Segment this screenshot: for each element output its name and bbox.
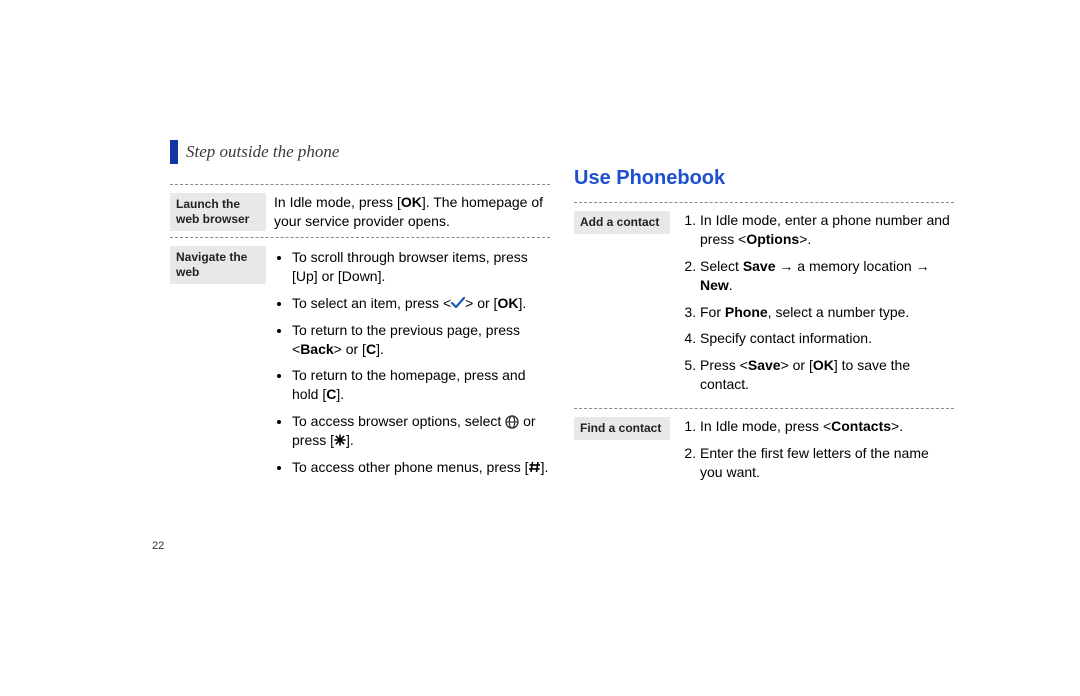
text: ].	[541, 459, 549, 475]
list-item: Enter the first few letters of the name …	[700, 444, 954, 482]
text: In Idle mode, enter a phone number and p…	[700, 212, 950, 247]
list-item: Select Save → a memory location → New.	[700, 257, 954, 295]
text: → a memory location →	[776, 258, 930, 274]
ordered-list: In Idle mode, enter a phone number and p…	[678, 211, 954, 394]
text: >.	[799, 231, 811, 247]
text: To access browser options, select	[292, 413, 505, 429]
list-item: Specify contact information.	[700, 329, 954, 348]
list-item: To access browser options, select or pre…	[292, 412, 550, 450]
launch-browser-body: In Idle mode, press [OK]. The homepage o…	[274, 193, 550, 231]
softkey-contacts: Contacts	[831, 418, 891, 434]
tag-find-contact: Find a contact	[574, 417, 670, 440]
left-column: Launch the web browser In Idle mode, pre…	[170, 178, 550, 485]
text: Select	[700, 258, 743, 274]
text: ].	[336, 386, 344, 402]
check-icon	[451, 297, 465, 309]
text: For	[700, 304, 725, 320]
add-contact-row: Add a contact In Idle mode, enter a phon…	[574, 211, 954, 402]
list-item: To scroll through browser items, press […	[292, 248, 550, 286]
navigate-web-body: To scroll through browser items, press […	[274, 246, 550, 485]
tag-add-contact: Add a contact	[574, 211, 670, 234]
list-item: To select an item, press < > or [OK].	[292, 294, 550, 313]
softkey-options: Options	[746, 231, 799, 247]
bullet-list: To scroll through browser items, press […	[274, 248, 550, 477]
page-number: 22	[152, 540, 164, 552]
text: > or [	[465, 295, 497, 311]
find-contact-row: Find a contact In Idle mode, press <Cont…	[574, 417, 954, 490]
header-title: Step outside the phone	[186, 142, 339, 162]
text: ].	[376, 341, 384, 357]
list-item: To return to the previous page, press <B…	[292, 321, 550, 359]
globe-icon	[505, 415, 519, 429]
list-item: To return to the homepage, press and hol…	[292, 366, 550, 404]
text: To access other phone menus, press [	[292, 459, 529, 475]
text: , select a number type.	[768, 304, 910, 320]
text: > or [	[781, 357, 813, 373]
divider	[574, 202, 954, 203]
navigate-web-row: Navigate the web To scroll through brows…	[170, 246, 550, 485]
launch-browser-row: Launch the web browser In Idle mode, pre…	[170, 193, 550, 231]
text: In Idle mode, press <	[700, 418, 831, 434]
key-back: Back	[300, 341, 333, 357]
key-ok: OK	[401, 194, 422, 210]
text: Press <	[700, 357, 748, 373]
text: In Idle mode, press [	[274, 194, 401, 210]
text: To select an item, press <	[292, 295, 451, 311]
menu-phone: Phone	[725, 304, 768, 320]
hash-key-icon	[529, 461, 541, 473]
key-ok: OK	[497, 295, 518, 311]
menu-save: Save	[743, 258, 776, 274]
ordered-list: In Idle mode, press <Contacts>. Enter th…	[678, 417, 954, 482]
divider	[574, 408, 954, 409]
list-item: Press <Save> or [OK] to save the contact…	[700, 356, 954, 394]
tag-navigate-web: Navigate the web	[170, 246, 266, 284]
divider	[170, 237, 550, 238]
star-key-icon	[334, 434, 346, 446]
list-item: In Idle mode, press <Contacts>.	[700, 417, 954, 436]
text: ].	[346, 432, 354, 448]
divider	[170, 184, 550, 185]
menu-new: New	[700, 277, 729, 293]
text: .	[729, 277, 733, 293]
softkey-save: Save	[748, 357, 781, 373]
tag-launch-browser: Launch the web browser	[170, 193, 266, 231]
key-c: C	[366, 341, 376, 357]
section-header: Step outside the phone	[170, 140, 339, 164]
header-accent-bar	[170, 140, 178, 164]
section-title: Use Phonebook	[574, 165, 954, 192]
right-column: Use Phonebook Add a contact In Idle mode…	[574, 165, 954, 490]
key-c: C	[326, 386, 336, 402]
text: > or [	[334, 341, 366, 357]
list-item: In Idle mode, enter a phone number and p…	[700, 211, 954, 249]
find-contact-body: In Idle mode, press <Contacts>. Enter th…	[678, 417, 954, 490]
text: >.	[891, 418, 903, 434]
list-item: To access other phone menus, press [].	[292, 458, 550, 477]
manual-page: Step outside the phone Launch the web br…	[0, 0, 1080, 696]
key-ok: OK	[813, 357, 834, 373]
list-item: For Phone, select a number type.	[700, 303, 954, 322]
add-contact-body: In Idle mode, enter a phone number and p…	[678, 211, 954, 402]
text: ].	[518, 295, 526, 311]
